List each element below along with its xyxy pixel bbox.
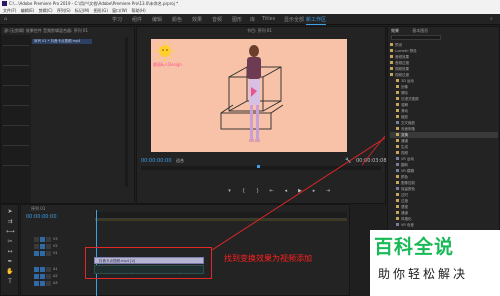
annotation-text: 找到变换效果为视频添加: [224, 254, 312, 263]
watermark-title: 百科全说: [374, 236, 455, 258]
watermark-logo: 百科全说 助你轻松解决: [370, 230, 500, 296]
watermark-subtitle: 助你轻松解决: [378, 267, 469, 281]
premiere-window: C:\...\Adobe Premiere Pro 2019 - C:\用户\文…: [0, 0, 500, 296]
